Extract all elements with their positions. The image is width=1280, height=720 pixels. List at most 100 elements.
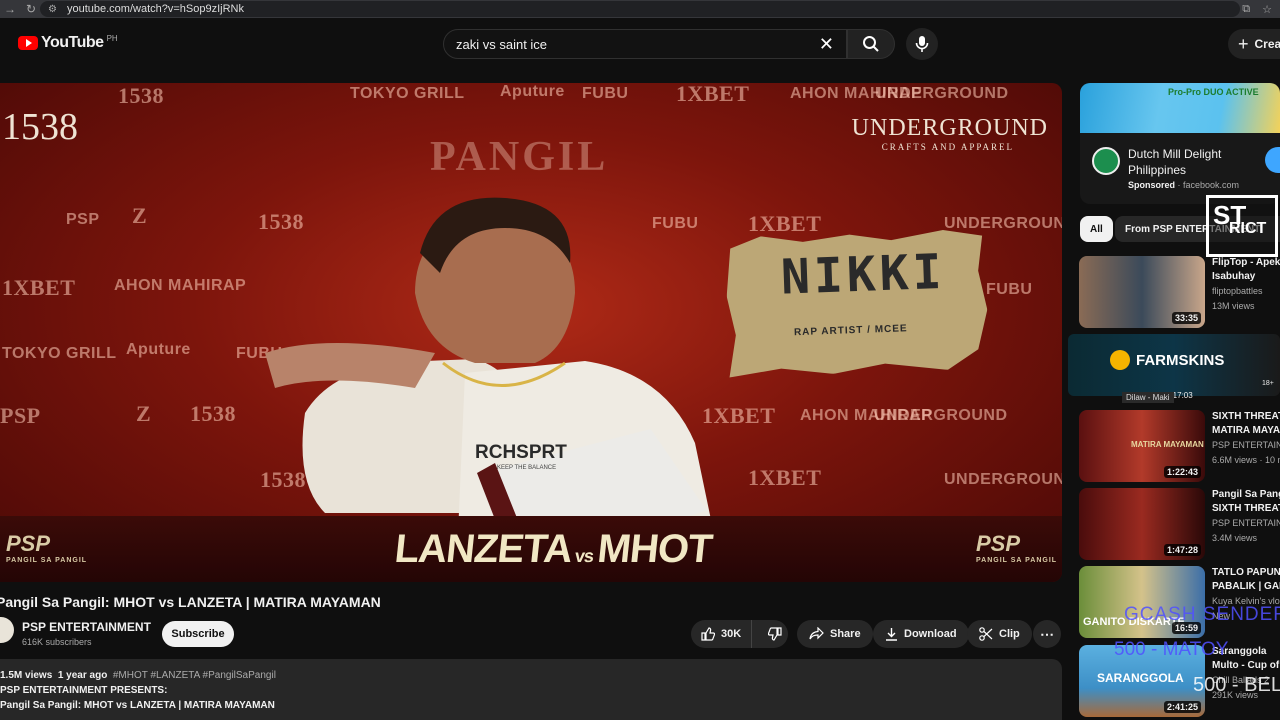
video-thumbnail[interactable]: 1:47:28 <box>1079 488 1205 560</box>
create-label: Crea <box>1254 37 1280 51</box>
video-channel: PSP ENTERTAINMENT <box>1212 518 1280 528</box>
title-line: MATIRA MAYAMAN <box>1212 425 1280 436</box>
video-channel: fliptopbattles <box>1212 286 1263 296</box>
title-line: Multo - Cup of <box>1212 660 1280 671</box>
clip-button[interactable]: Clip <box>967 620 1032 648</box>
like-button[interactable]: 30K <box>691 620 753 648</box>
subscriber-count: 616K subscribers <box>22 637 92 647</box>
underground-subtitle: CRAFTS AND APPAREL <box>881 142 1014 152</box>
video-duration: 2:41:25 <box>1163 701 1201 713</box>
ad-domain: · facebook.com <box>1177 180 1240 190</box>
sponsored-ad-card[interactable]: Pro-Pro DUO ACTIVE Dutch Mill Delight Ph… <box>1080 83 1280 204</box>
share-button[interactable]: Share <box>797 620 873 648</box>
upload-age: 1 year ago <box>57 670 108 681</box>
title-line: TATLO PAPUNTA <box>1212 567 1280 578</box>
dislike-button[interactable] <box>758 620 792 648</box>
thumbnail-text: SARANGGOLA <box>1097 671 1184 685</box>
sponsor-logo: 1XBET <box>2 275 76 300</box>
name-card: NIKKI RAP ARTIST / MCEE <box>725 229 990 378</box>
title-line: SIXTH THREAT vs <box>1212 411 1280 422</box>
reload-icon[interactable]: ↻ <box>26 2 36 16</box>
cast-icon[interactable]: ⧉ <box>1242 3 1250 16</box>
video-views: 13M views <box>1212 301 1255 311</box>
donation-overlay-line: 500 - MATOY <box>1114 639 1229 660</box>
video-thumbnail[interactable]: GANITO DISKARTE 16:59 <box>1079 566 1205 638</box>
donation-overlay-header: GCASH SENDER <box>1124 604 1280 625</box>
age-badge: 18+ <box>1262 380 1274 387</box>
chip-all[interactable]: All <box>1080 216 1113 242</box>
sponsor-logo: UNDERGROUND <box>944 471 1062 488</box>
video-thumbnail[interactable]: 33:35 <box>1079 256 1205 328</box>
video-duration: 1:47:28 <box>1163 544 1201 556</box>
sponsor-logo: PSP <box>66 211 100 228</box>
hashtags[interactable]: #MHOT #LANZETA #PangilSaPangil <box>113 670 276 681</box>
psp-logo-text: PSP <box>976 531 1021 556</box>
shirt-logo: RCHSPRT <box>475 442 567 463</box>
scissors-icon <box>979 627 993 641</box>
sponsor-logo: 1538 <box>190 401 236 426</box>
search-input[interactable]: zaki vs saint ice ✕ <box>443 29 847 59</box>
sponsor-logo: 1XBET <box>748 211 822 236</box>
recommended-video[interactable]: 1:47:28 Pangil Sa Pangil: SIXTH THREAT PS… <box>1079 488 1280 560</box>
sponsor-logo: Aputure <box>126 341 191 358</box>
share-icon <box>809 627 824 640</box>
sponsor-logo: AHON MAHIRAP <box>114 277 247 294</box>
sponsor-logo: UNDERGROUND <box>874 407 1008 424</box>
title-line: SIXTH THREAT <box>1212 503 1280 514</box>
farmskins-logo: FARMSKINS <box>1110 350 1224 370</box>
video-duration: 33:35 <box>1171 312 1201 324</box>
clear-search-icon[interactable]: ✕ <box>819 34 834 55</box>
thumbs-down-icon <box>768 627 782 641</box>
voice-search-button[interactable] <box>906 28 938 60</box>
name-card-role: RAP ARTIST / MCEE <box>793 323 908 339</box>
country-code: PH <box>106 33 118 43</box>
recommended-video[interactable]: 33:35 FlipTop - Apekz vs Isabuhay fliptop… <box>1079 256 1280 328</box>
video-title: TATLO PAPUNTA PABALIK | GANITO <box>1212 566 1280 594</box>
browser-address-bar: → ↻ ⚙ youtube.com/watch?v=hSop9zIjRNk ⧉ … <box>0 0 1280 18</box>
more-horizontal-icon: ⋯ <box>1040 625 1054 642</box>
recommended-video[interactable]: MATIRA MAYAMAN 1:22:43 SIXTH THREAT vs MA… <box>1079 410 1280 482</box>
video-thumbnail[interactable]: MATIRA MAYAMAN 1:22:43 <box>1079 410 1205 482</box>
share-label: Share <box>830 628 861 640</box>
video-views: 6.6M views · 10 mo <box>1212 455 1280 465</box>
search-button[interactable] <box>847 29 895 59</box>
download-icon <box>886 628 897 641</box>
name-card-name: NIKKI <box>780 243 947 306</box>
subscribe-button[interactable]: Subscribe <box>162 621 234 647</box>
channel-avatar[interactable] <box>0 617 14 643</box>
create-button[interactable]: + Crea <box>1228 29 1280 59</box>
ad-banner-image[interactable]: Pro-Pro DUO ACTIVE <box>1080 83 1280 133</box>
sponsor-logo: Z <box>136 401 152 426</box>
more-actions-button[interactable]: ⋯ <box>1033 620 1061 648</box>
youtube-play-icon <box>18 36 38 50</box>
farmskins-caption: Dilaw - Maki <box>1122 392 1174 403</box>
browser-nav: → ↻ <box>0 0 40 18</box>
coin-icon <box>1110 350 1130 370</box>
video-views: 3.4M views <box>1212 533 1258 543</box>
ad-banner-text: Pro-Pro DUO ACTIVE <box>1168 87 1259 97</box>
youtube-logo[interactable]: YouTube PH <box>18 34 118 52</box>
video-title: SIXTH THREAT vs MATIRA MAYAMAN <box>1212 410 1280 438</box>
sponsor-logo: UNDERGROUND <box>875 85 1009 102</box>
search-icon <box>863 36 879 52</box>
sponsor-logo: FUBU <box>986 281 1033 298</box>
description-box[interactable]: 1.5M views 1 year ago #MHOT #LANZETA #Pa… <box>0 659 1062 720</box>
psp-logo-left: PSP PANGIL SA PANGIL <box>6 531 87 564</box>
url-field[interactable]: ⚙ youtube.com/watch?v=hSop9zIjRNk <box>40 1 1240 17</box>
sponsor-logo: 1XBET <box>676 83 750 106</box>
microphone-icon <box>915 36 929 52</box>
recommended-video[interactable]: GANITO DISKARTE 16:59 TATLO PAPUNTA PABAL… <box>1079 566 1280 638</box>
psp-logo-text: PSP <box>6 531 51 556</box>
back-icon[interactable]: → <box>4 2 16 16</box>
matchup-vs: vs <box>573 546 595 566</box>
like-dislike-group: 30K <box>691 620 788 648</box>
download-button[interactable]: Download <box>873 620 969 648</box>
sponsor-logo: 1XBET <box>748 465 822 490</box>
ad-cta-button[interactable] <box>1265 147 1280 173</box>
site-info-icon[interactable]: ⚙ <box>48 4 57 15</box>
bookmark-star-icon[interactable]: ☆ <box>1262 3 1272 16</box>
view-count: 1.5M views <box>0 670 53 681</box>
video-player[interactable]: 1538 TOKYO GRILL Aputure FUBU 1XBET AHON… <box>0 83 1062 582</box>
channel-name[interactable]: PSP ENTERTAINMENT <box>22 620 151 634</box>
sponsor-logo: PSP <box>0 403 41 428</box>
